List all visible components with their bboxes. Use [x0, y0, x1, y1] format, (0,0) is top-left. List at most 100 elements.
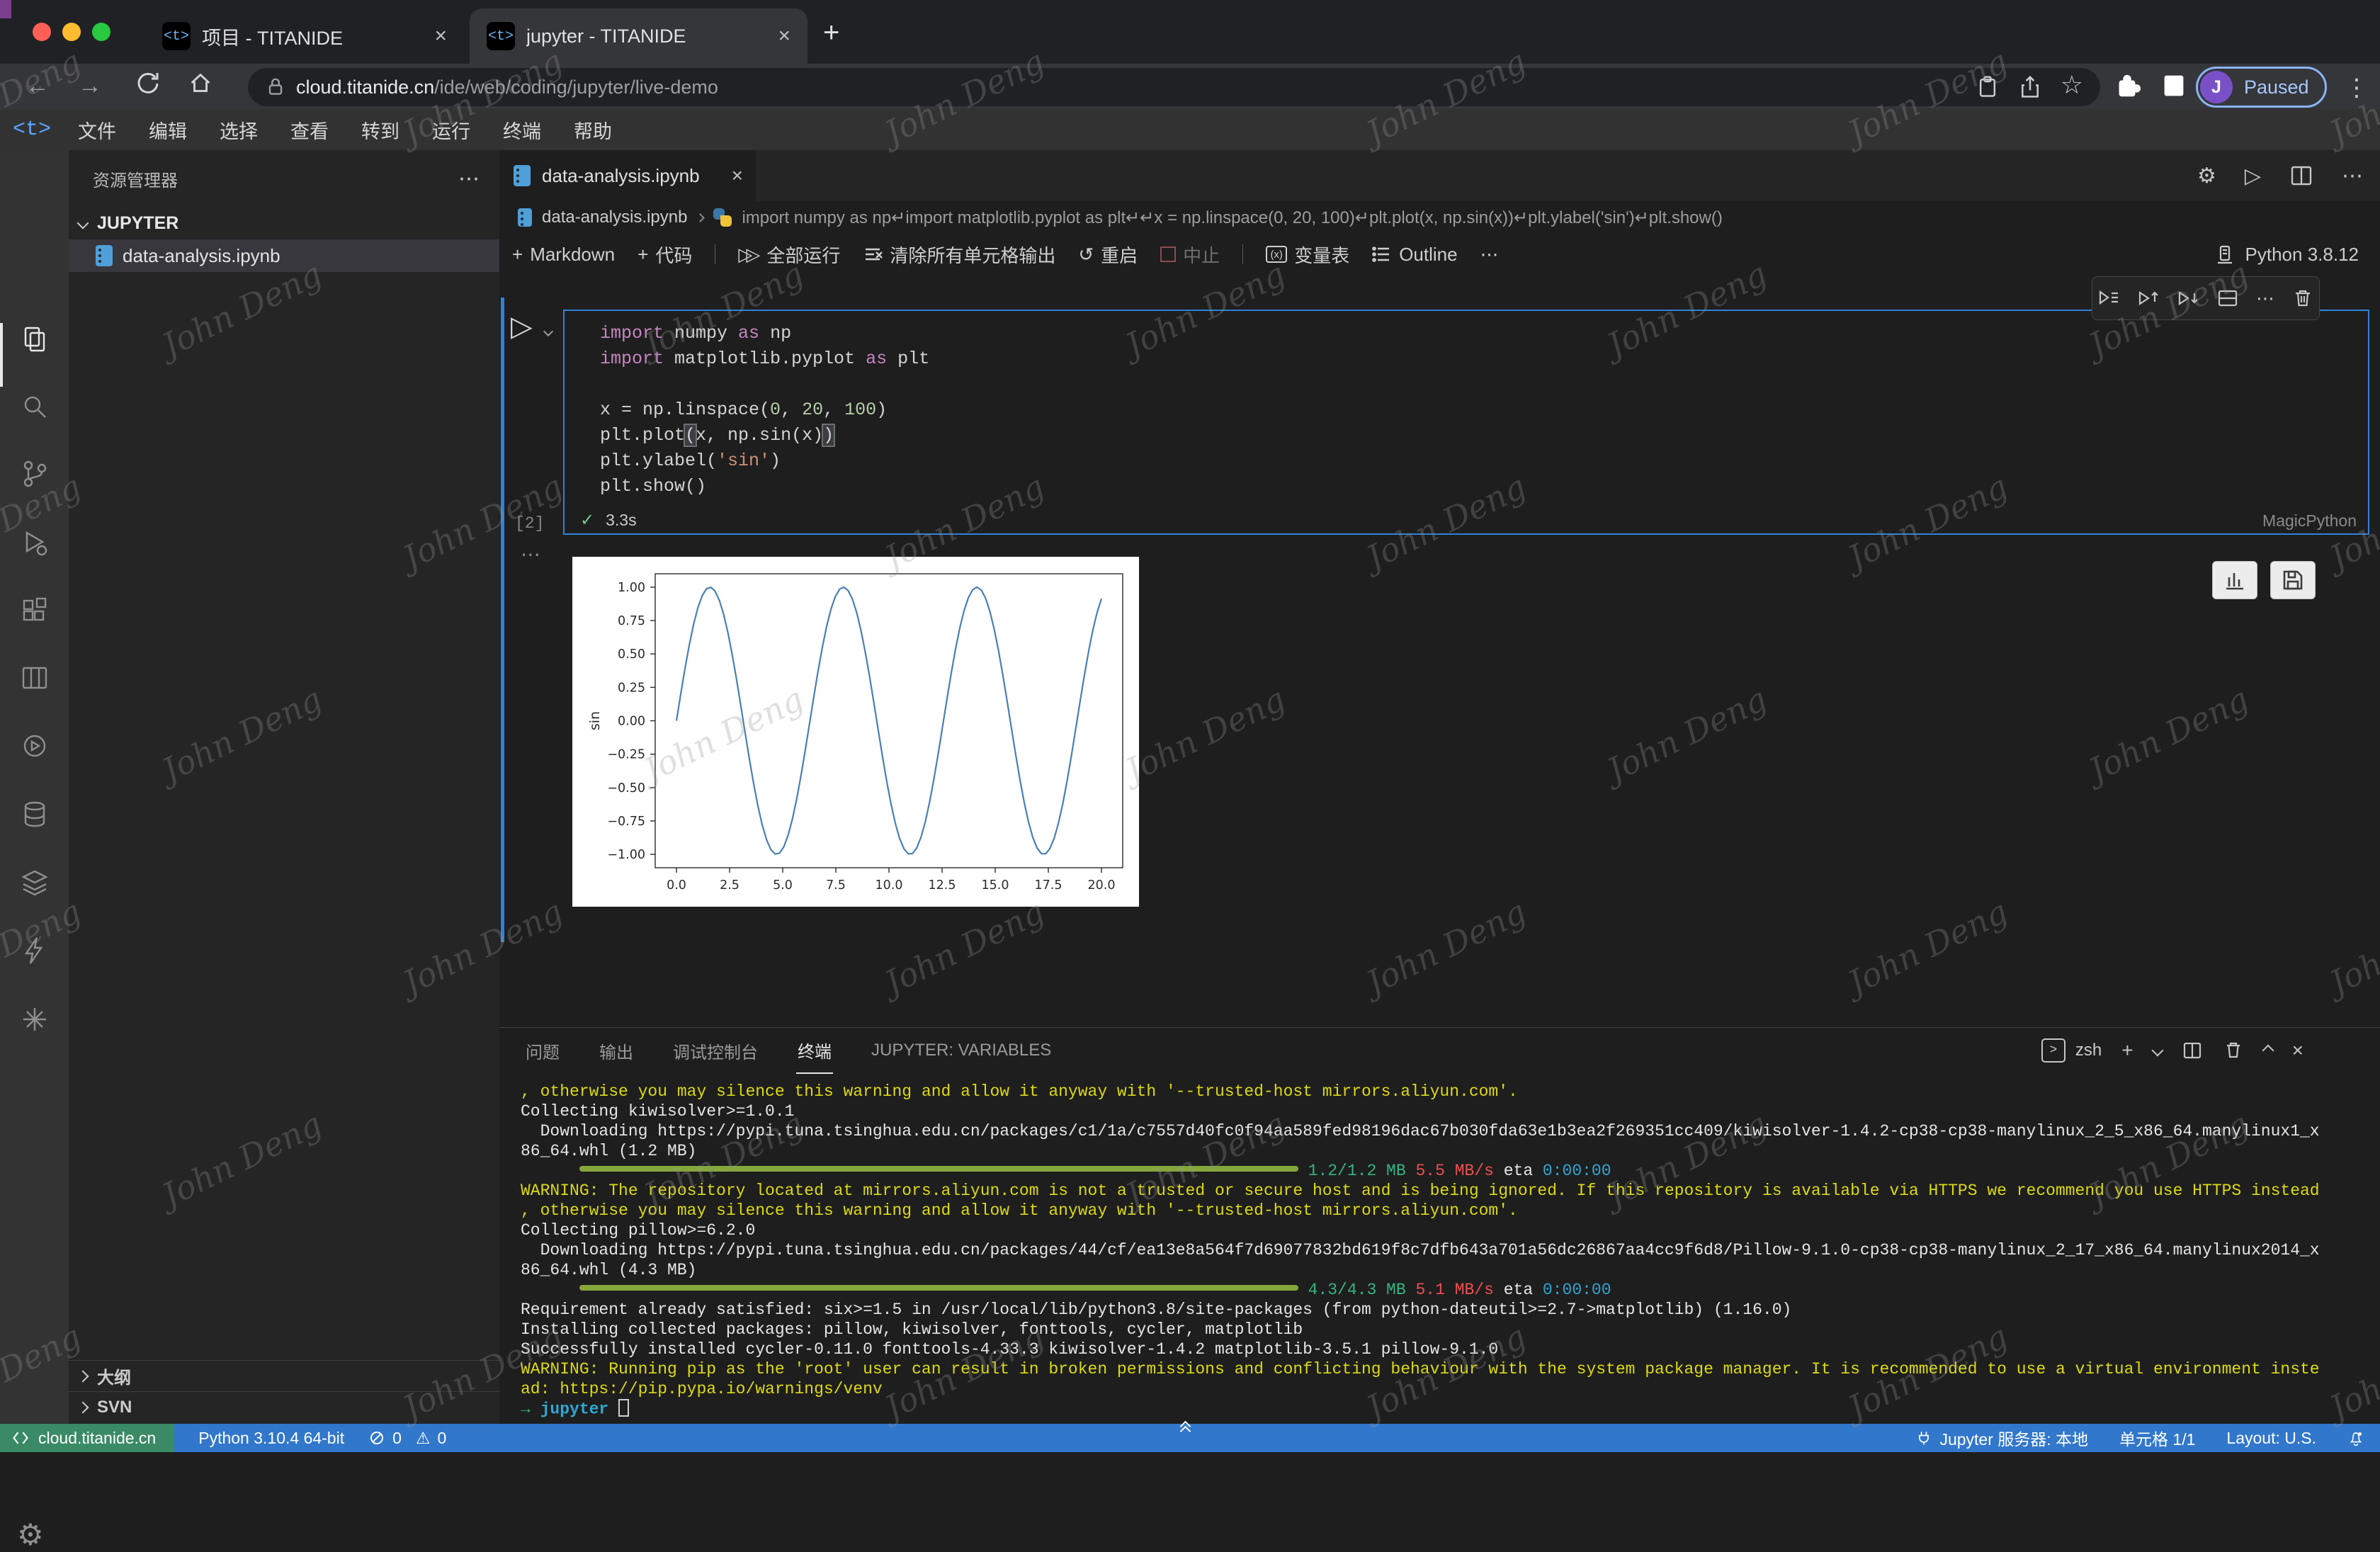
split-editor-icon[interactable] — [2289, 164, 2313, 188]
maximize-panel-icon[interactable] — [2262, 1045, 2274, 1057]
settings-gear-icon[interactable]: ⚙ — [17, 1517, 44, 1552]
run-options-chevron-icon[interactable] — [545, 326, 552, 339]
extensions-icon[interactable] — [18, 594, 51, 627]
address-bar[interactable]: cloud.titanide.cn/ide/web/coding/jupyter… — [248, 68, 2100, 106]
tab-debug-console[interactable]: 调试控制台 — [672, 1029, 759, 1073]
search-icon[interactable] — [18, 391, 51, 424]
run-notebook-icon[interactable]: ▷ — [2245, 164, 2261, 188]
code-line[interactable]: import numpy as np — [600, 321, 929, 346]
save-plot-button[interactable] — [2270, 561, 2316, 599]
breadcrumb-file[interactable]: data-analysis.ipynb — [542, 208, 687, 227]
code-line[interactable] — [600, 372, 929, 397]
kernel-picker[interactable]: Python 3.8.12 — [2214, 234, 2359, 275]
menu-help[interactable]: 帮助 — [568, 113, 618, 147]
menu-view[interactable]: 查看 — [285, 113, 334, 147]
restore-panel-chevrons-icon[interactable] — [1182, 1425, 1189, 1435]
zap-icon[interactable] — [18, 934, 51, 967]
python-interpreter-item[interactable]: Python 3.10.4 64-bit — [198, 1429, 344, 1448]
explorer-icon[interactable] — [18, 323, 51, 356]
side-panel-icon[interactable] — [2159, 71, 2189, 101]
execute-cell-and-below-icon[interactable] — [2097, 288, 2120, 309]
menu-select[interactable]: 选择 — [214, 113, 264, 147]
terminal-profile-icon[interactable]: > — [2041, 1038, 2066, 1063]
run-below-icon[interactable] — [2177, 288, 2199, 309]
new-terminal-icon[interactable]: + — [2121, 1039, 2133, 1062]
tab-output[interactable]: 输出 — [598, 1029, 635, 1073]
toolbar-more-icon[interactable]: ⋯ — [1480, 244, 1499, 266]
terminal-output[interactable]: , otherwise you may silence this warning… — [521, 1082, 2369, 1424]
window-zoom-button[interactable] — [92, 23, 110, 41]
variables-button[interactable]: (x) 变量表 — [1266, 242, 1349, 268]
menu-goto[interactable]: 转到 — [356, 113, 405, 147]
sparkle-icon[interactable] — [18, 1003, 51, 1036]
sidebar-more-icon[interactable]: ⋯ — [458, 166, 480, 191]
shell-name[interactable]: zsh — [2075, 1041, 2102, 1060]
sidebar-section-outline[interactable]: 大纲 — [69, 1360, 499, 1391]
clear-outputs-button[interactable]: 清除所有单元格输出 — [863, 242, 1055, 268]
tab-close-icon[interactable]: × — [732, 166, 743, 186]
cell-language-badge[interactable]: MagicPython — [2262, 511, 2357, 531]
new-tab-button[interactable]: + — [823, 17, 839, 49]
menu-edit[interactable]: 编辑 — [143, 113, 193, 147]
file-item-notebook[interactable]: data-analysis.ipynb — [69, 239, 499, 272]
run-debug-icon[interactable] — [18, 526, 51, 559]
code-line[interactable]: plt.show() — [600, 474, 929, 499]
run-above-icon[interactable] — [2137, 288, 2160, 309]
keyboard-layout-item[interactable]: Layout: U.S. — [2226, 1429, 2316, 1448]
tab-close-icon[interactable]: × — [778, 26, 790, 47]
code-cell[interactable]: import numpy as npimport matplotlib.pypl… — [563, 310, 2369, 535]
window-close-button[interactable] — [33, 23, 51, 41]
terminal-dropdown-icon[interactable] — [2151, 1045, 2163, 1057]
split-cell-icon[interactable] — [2216, 288, 2239, 309]
clipboard-icon[interactable] — [1976, 74, 2000, 100]
editor-more-icon[interactable]: ⋯ — [2342, 164, 2363, 188]
delete-cell-icon[interactable] — [2291, 288, 2314, 309]
home-icon[interactable] — [187, 69, 214, 96]
browser-tab-project[interactable]: <t> 项目 - TITANIDE × — [145, 9, 464, 64]
notebook-settings-gear-icon[interactable]: ⚙ — [2197, 164, 2216, 188]
breadcrumb[interactable]: data-analysis.ipynb import numpy as np↵i… — [499, 201, 2380, 234]
layers-icon[interactable] — [18, 866, 51, 899]
cell-code[interactable]: import numpy as npimport matplotlib.pypl… — [600, 321, 929, 499]
kanban-board-icon[interactable] — [18, 662, 51, 694]
output-more-icon[interactable]: ⋯ — [521, 543, 540, 566]
bookmark-star-icon[interactable]: ☆ — [2061, 70, 2083, 100]
tab-problems[interactable]: 问题 — [524, 1029, 561, 1073]
browser-menu-icon[interactable]: ⋮ — [2345, 74, 2369, 102]
outline-button[interactable]: Outline — [1372, 244, 1457, 266]
menu-terminal[interactable]: 终端 — [497, 113, 547, 147]
add-code-button[interactable]: + 代码 — [638, 242, 692, 268]
browser-profile-button[interactable]: J Paused — [2196, 67, 2327, 108]
tab-terminal[interactable]: 终端 — [796, 1028, 833, 1074]
kill-terminal-icon[interactable] — [2223, 1040, 2244, 1061]
extensions-puzzle-icon[interactable] — [2112, 71, 2142, 101]
tab-jupyter-variables[interactable]: JUPYTER: VARIABLES — [870, 1031, 1053, 1070]
code-line[interactable]: x = np.linspace(0, 20, 100) — [600, 397, 929, 423]
sidebar-section-jupyter[interactable]: JUPYTER — [69, 207, 499, 239]
tab-close-icon[interactable]: × — [434, 26, 447, 47]
problems-item[interactable]: 0 ⚠ 0 — [368, 1429, 446, 1448]
menu-run[interactable]: 运行 — [426, 113, 476, 147]
back-icon[interactable]: ← — [26, 72, 50, 100]
database-icon[interactable] — [18, 798, 51, 831]
menu-file[interactable]: 文件 — [72, 113, 122, 147]
code-line[interactable]: import matplotlib.pyplot as plt — [600, 346, 929, 372]
source-control-icon[interactable] — [18, 458, 51, 490]
window-minimize-button[interactable] — [62, 23, 81, 41]
remote-indicator[interactable]: cloud.titanide.cn — [0, 1424, 174, 1452]
split-terminal-icon[interactable] — [2182, 1040, 2203, 1061]
share-icon[interactable] — [2018, 74, 2042, 100]
reload-icon[interactable] — [133, 68, 162, 96]
code-line[interactable]: plt.ylabel('sin') — [600, 448, 929, 474]
sidebar-section-svn[interactable]: SVN — [69, 1391, 499, 1422]
jupyter-server-item[interactable]: Jupyter 服务器: 本地 — [1915, 1426, 2088, 1450]
code-line[interactable]: plt.plot(x, np.sin(x)) — [600, 423, 929, 448]
notifications-bell-icon[interactable] — [2347, 1429, 2364, 1446]
forward-icon[interactable]: → — [78, 72, 102, 100]
restart-kernel-button[interactable]: ↺ 重启 — [1078, 242, 1138, 268]
run-all-button[interactable]: ▷▷ 全部运行 — [738, 242, 840, 268]
breadcrumb-code-summary[interactable]: import numpy as np↵import matplotlib.pyp… — [742, 208, 1722, 228]
play-circle-icon[interactable] — [18, 730, 51, 762]
cell-more-icon[interactable]: ⋯ — [2256, 288, 2274, 310]
add-markdown-button[interactable]: + Markdown — [512, 244, 615, 266]
